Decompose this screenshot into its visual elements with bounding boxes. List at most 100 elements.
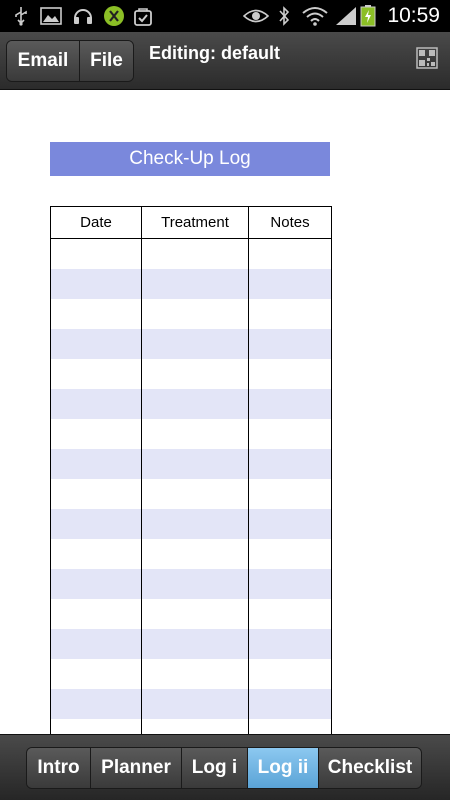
date-cell[interactable]: [50, 328, 142, 359]
treatment-cell[interactable]: [141, 478, 249, 509]
table-row[interactable]: [50, 478, 332, 509]
date-cell[interactable]: [50, 238, 142, 269]
table-row[interactable]: [50, 388, 332, 419]
treatment-cell[interactable]: [141, 598, 249, 629]
notes-cell[interactable]: [248, 358, 332, 389]
table-header-row: Date Treatment Notes: [50, 206, 332, 239]
date-cell[interactable]: [50, 448, 142, 479]
notes-cell[interactable]: [248, 328, 332, 359]
notes-cell[interactable]: [248, 658, 332, 689]
notes-cell[interactable]: [248, 418, 332, 449]
notes-cell[interactable]: [248, 388, 332, 419]
treatment-cell[interactable]: [141, 688, 249, 719]
treatment-cell[interactable]: [141, 328, 249, 359]
table-row[interactable]: [50, 358, 332, 389]
treatment-cell[interactable]: [141, 358, 249, 389]
treatment-cell[interactable]: [141, 628, 249, 659]
status-bar: 10:59: [0, 0, 450, 32]
notes-cell[interactable]: [248, 568, 332, 599]
notes-cell[interactable]: [248, 688, 332, 719]
content-area[interactable]: Check-Up Log Date Treatment Notes: [0, 91, 450, 734]
table-row[interactable]: [50, 568, 332, 599]
treatment-cell[interactable]: [141, 238, 249, 269]
tab-log-i[interactable]: Log i: [181, 748, 247, 788]
notes-cell[interactable]: [248, 238, 332, 269]
clock: 10:59: [387, 4, 440, 27]
date-cell[interactable]: [50, 538, 142, 569]
file-button[interactable]: File: [79, 41, 133, 81]
signal-icon: [335, 6, 357, 26]
table-row[interactable]: [50, 268, 332, 299]
table-row[interactable]: [50, 238, 332, 269]
treatment-cell[interactable]: [141, 538, 249, 569]
action-button-group: Email File: [6, 40, 134, 82]
bottom-tab-bar: Intro Planner Log i Log ii Checklist: [0, 734, 450, 800]
notes-cell[interactable]: [248, 478, 332, 509]
date-cell[interactable]: [50, 598, 142, 629]
treatment-cell[interactable]: [141, 508, 249, 539]
eye-icon: [243, 6, 269, 26]
table-row[interactable]: [50, 298, 332, 329]
treatment-cell[interactable]: [141, 568, 249, 599]
table-row[interactable]: [50, 328, 332, 359]
date-cell[interactable]: [50, 298, 142, 329]
notes-cell[interactable]: [248, 718, 332, 734]
action-bar: Email File Editing: default: [0, 32, 450, 90]
column-header-date: Date: [50, 206, 142, 239]
log-title: Check-Up Log: [50, 142, 330, 176]
date-cell[interactable]: [50, 358, 142, 389]
table-row[interactable]: [50, 598, 332, 629]
date-cell[interactable]: [50, 508, 142, 539]
table-row[interactable]: [50, 508, 332, 539]
column-header-treatment: Treatment: [141, 206, 249, 239]
treatment-cell[interactable]: [141, 658, 249, 689]
notes-cell[interactable]: [248, 268, 332, 299]
treatment-cell[interactable]: [141, 298, 249, 329]
email-button[interactable]: Email: [7, 41, 79, 81]
usb-icon: [12, 6, 30, 26]
accessibility-icon: [103, 6, 125, 26]
date-cell[interactable]: [50, 268, 142, 299]
tab-planner[interactable]: Planner: [90, 748, 181, 788]
battery-charging-icon: [360, 5, 376, 27]
notes-cell[interactable]: [248, 448, 332, 479]
bluetooth-icon: [277, 6, 291, 26]
page-title: Editing: default: [149, 43, 280, 63]
tab-checklist[interactable]: Checklist: [318, 748, 421, 788]
date-cell[interactable]: [50, 478, 142, 509]
log-table: Date Treatment Notes: [50, 206, 332, 734]
date-cell[interactable]: [50, 388, 142, 419]
tab-group: Intro Planner Log i Log ii Checklist: [26, 747, 422, 789]
treatment-cell[interactable]: [141, 418, 249, 449]
table-row[interactable]: [50, 658, 332, 689]
table-row[interactable]: [50, 718, 332, 734]
date-cell[interactable]: [50, 718, 142, 734]
date-cell[interactable]: [50, 658, 142, 689]
treatment-cell[interactable]: [141, 268, 249, 299]
notes-cell[interactable]: [248, 508, 332, 539]
table-row[interactable]: [50, 688, 332, 719]
date-cell[interactable]: [50, 568, 142, 599]
notes-cell[interactable]: [248, 298, 332, 329]
date-cell[interactable]: [50, 628, 142, 659]
image-icon: [40, 6, 62, 26]
headset-icon: [72, 6, 94, 26]
wifi-icon: [302, 6, 328, 26]
column-header-notes: Notes: [248, 206, 332, 239]
notes-cell[interactable]: [248, 598, 332, 629]
shopping-bag-icon: [133, 6, 153, 26]
treatment-cell[interactable]: [141, 448, 249, 479]
notes-cell[interactable]: [248, 628, 332, 659]
tab-intro[interactable]: Intro: [27, 748, 90, 788]
table-row[interactable]: [50, 628, 332, 659]
table-row[interactable]: [50, 448, 332, 479]
tab-log-ii[interactable]: Log ii: [247, 748, 318, 788]
notes-cell[interactable]: [248, 538, 332, 569]
treatment-cell[interactable]: [141, 718, 249, 734]
qr-code-icon[interactable]: [416, 47, 438, 74]
table-row[interactable]: [50, 418, 332, 449]
date-cell[interactable]: [50, 688, 142, 719]
treatment-cell[interactable]: [141, 388, 249, 419]
date-cell[interactable]: [50, 418, 142, 449]
table-row[interactable]: [50, 538, 332, 569]
